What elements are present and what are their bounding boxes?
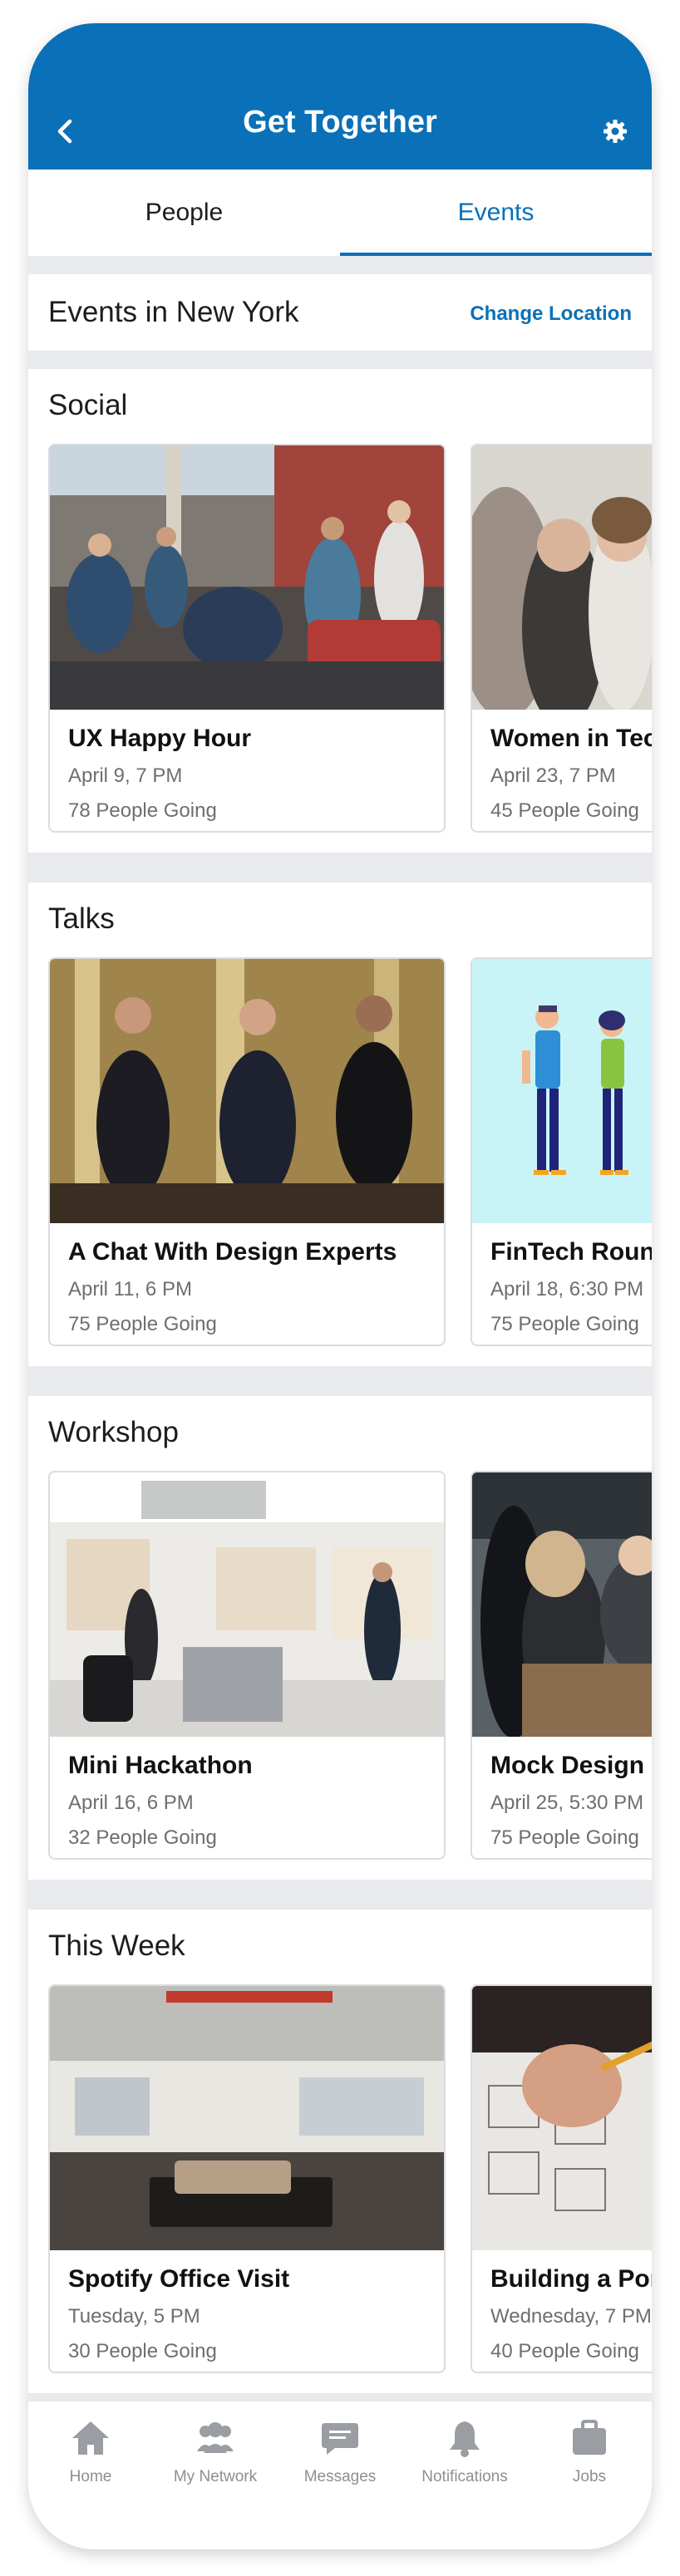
event-name: Spotify Office Visit: [68, 2265, 290, 2293]
tab-bar: People Events: [28, 170, 652, 256]
nav-label: My Network: [173, 2468, 258, 2485]
event-card[interactable]: Spotify Office Visit Tuesday, 5 PM 30 Pe…: [48, 1984, 446, 2373]
section-title: This Week: [48, 1930, 185, 1962]
event-image: [50, 445, 444, 710]
section-talks: Talks A Chat With Design Experts April 1…: [28, 882, 652, 1366]
event-image: [472, 1986, 652, 2250]
tab-events[interactable]: Events: [340, 170, 652, 256]
event-attendance: 75 People Going: [490, 1313, 639, 1335]
event-name: Mock Design I: [490, 1752, 652, 1779]
messages-icon: [322, 2423, 358, 2455]
nav-home[interactable]: Home: [28, 2416, 153, 2500]
app-header: Get Together: [28, 23, 652, 170]
gear-icon: [604, 120, 627, 143]
section-title: Workshop: [48, 1416, 179, 1448]
event-name: FinTech Round: [490, 1238, 652, 1266]
event-date: April 9, 7 PM: [68, 764, 183, 787]
bell-icon: [450, 2421, 480, 2457]
event-card[interactable]: Mock Design I April 25, 5:30 PM 75 Peopl…: [471, 1471, 652, 1860]
section-social: Social UX Happy Hour April 9, 7 PM 78 Pe…: [28, 369, 652, 853]
event-attendance: 75 People Going: [490, 1826, 639, 1849]
event-date: April 18, 6:30 PM: [490, 1278, 644, 1300]
briefcase-icon: [573, 2420, 606, 2455]
nav-label: Jobs: [572, 2468, 607, 2485]
section-this-week: This Week Spotify Office Visit Tuesday, …: [28, 1910, 652, 2393]
event-image: [50, 959, 444, 1223]
event-attendance: 40 People Going: [490, 2340, 639, 2362]
event-card[interactable]: UX Happy Hour April 9, 7 PM 78 People Go…: [48, 444, 446, 833]
bottom-nav: Home My Network Messages Notifications J…: [28, 2401, 652, 2549]
home-icon: [72, 2421, 109, 2455]
event-date: Tuesday, 5 PM: [68, 2305, 200, 2328]
location-title: Events in New York: [48, 296, 299, 328]
nav-notifications[interactable]: Notifications: [402, 2416, 527, 2500]
page-title: Get Together: [243, 105, 437, 140]
event-card[interactable]: Women in Tec April 23, 7 PM 45 People Go…: [471, 444, 652, 833]
section-title: Talks: [48, 902, 115, 935]
settings-button[interactable]: [595, 111, 635, 151]
event-image: [472, 445, 652, 710]
event-attendance: 30 People Going: [68, 2340, 217, 2362]
nav-jobs[interactable]: Jobs: [527, 2416, 652, 2500]
phone-frame: Get Together People Events Events in New…: [28, 23, 652, 2549]
event-attendance: 32 People Going: [68, 1826, 217, 1849]
event-image: [472, 1472, 652, 1737]
nav-label: Messages: [303, 2468, 377, 2485]
event-attendance: 75 People Going: [68, 1313, 217, 1335]
event-name: Building a Por: [490, 2265, 652, 2293]
event-date: April 11, 6 PM: [68, 1278, 192, 1300]
event-attendance: 78 People Going: [68, 799, 217, 822]
nav-my-network[interactable]: My Network: [153, 2416, 278, 2500]
nav-label: Home: [69, 2468, 112, 2485]
event-name: Mini Hackathon: [68, 1752, 253, 1779]
event-card[interactable]: FinTech Round April 18, 6:30 PM 75 Peopl…: [471, 957, 652, 1346]
event-card[interactable]: A Chat With Design Experts April 11, 6 P…: [48, 957, 446, 1346]
location-bar: Events in New York Change Location: [28, 274, 652, 351]
event-card[interactable]: Building a Por Wednesday, 7 PM 40 People…: [471, 1984, 652, 2373]
section-title: Social: [48, 389, 128, 421]
event-name: A Chat With Design Experts: [68, 1238, 397, 1266]
event-image: [472, 959, 652, 1223]
nav-messages[interactable]: Messages: [278, 2416, 402, 2500]
event-date: Wednesday, 7 PM: [490, 2305, 652, 2328]
event-name: Women in Tec: [490, 725, 652, 752]
event-card[interactable]: Mini Hackathon April 16, 6 PM 32 People …: [48, 1471, 446, 1860]
event-name: UX Happy Hour: [68, 725, 252, 752]
event-date: April 23, 7 PM: [490, 764, 616, 787]
change-location-link[interactable]: Change Location: [470, 302, 632, 326]
tab-people[interactable]: People: [28, 170, 340, 256]
event-attendance: 45 People Going: [490, 799, 639, 822]
event-date: April 16, 6 PM: [68, 1792, 194, 1814]
event-date: April 25, 5:30 PM: [490, 1792, 644, 1814]
section-workshop: Workshop Mini Hackathon April 16, 6 PM 3…: [28, 1396, 652, 1880]
event-image: [50, 1986, 444, 2250]
network-icon: [197, 2422, 234, 2453]
nav-label: Notifications: [421, 2468, 508, 2485]
event-image: [50, 1472, 444, 1737]
